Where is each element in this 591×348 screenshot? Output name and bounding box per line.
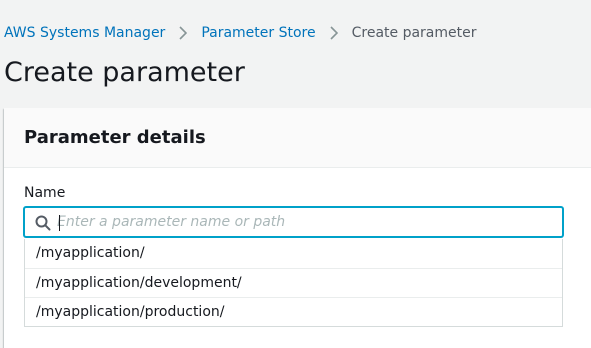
suggestion-item[interactable]: /myapplication/production/ — [25, 297, 562, 326]
name-field[interactable] — [24, 207, 563, 237]
page-title: Create parameter — [4, 57, 245, 88]
chevron-right-icon — [165, 23, 201, 43]
panel-title: Parameter details — [24, 127, 206, 148]
parameter-details-panel: Parameter details Name /myapplication/ /… — [4, 108, 591, 348]
suggestion-item[interactable]: /myapplication/development/ — [25, 268, 562, 297]
breadcrumb-link-systems-manager[interactable]: AWS Systems Manager — [4, 25, 165, 41]
text-cursor — [59, 215, 60, 231]
suggestion-item[interactable]: /myapplication/ — [25, 239, 562, 268]
breadcrumb-current: Create parameter — [351, 25, 477, 41]
search-icon — [35, 215, 51, 231]
breadcrumb: AWS Systems Manager Parameter Store Crea… — [4, 23, 477, 43]
chevron-right-icon — [316, 23, 352, 43]
name-input[interactable] — [57, 210, 552, 234]
breadcrumb-link-parameter-store[interactable]: Parameter Store — [201, 25, 315, 41]
panel-header: Parameter details — [4, 108, 591, 168]
suggestions-dropdown: /myapplication/ /myapplication/developme… — [24, 239, 563, 327]
name-label: Name — [24, 185, 66, 201]
